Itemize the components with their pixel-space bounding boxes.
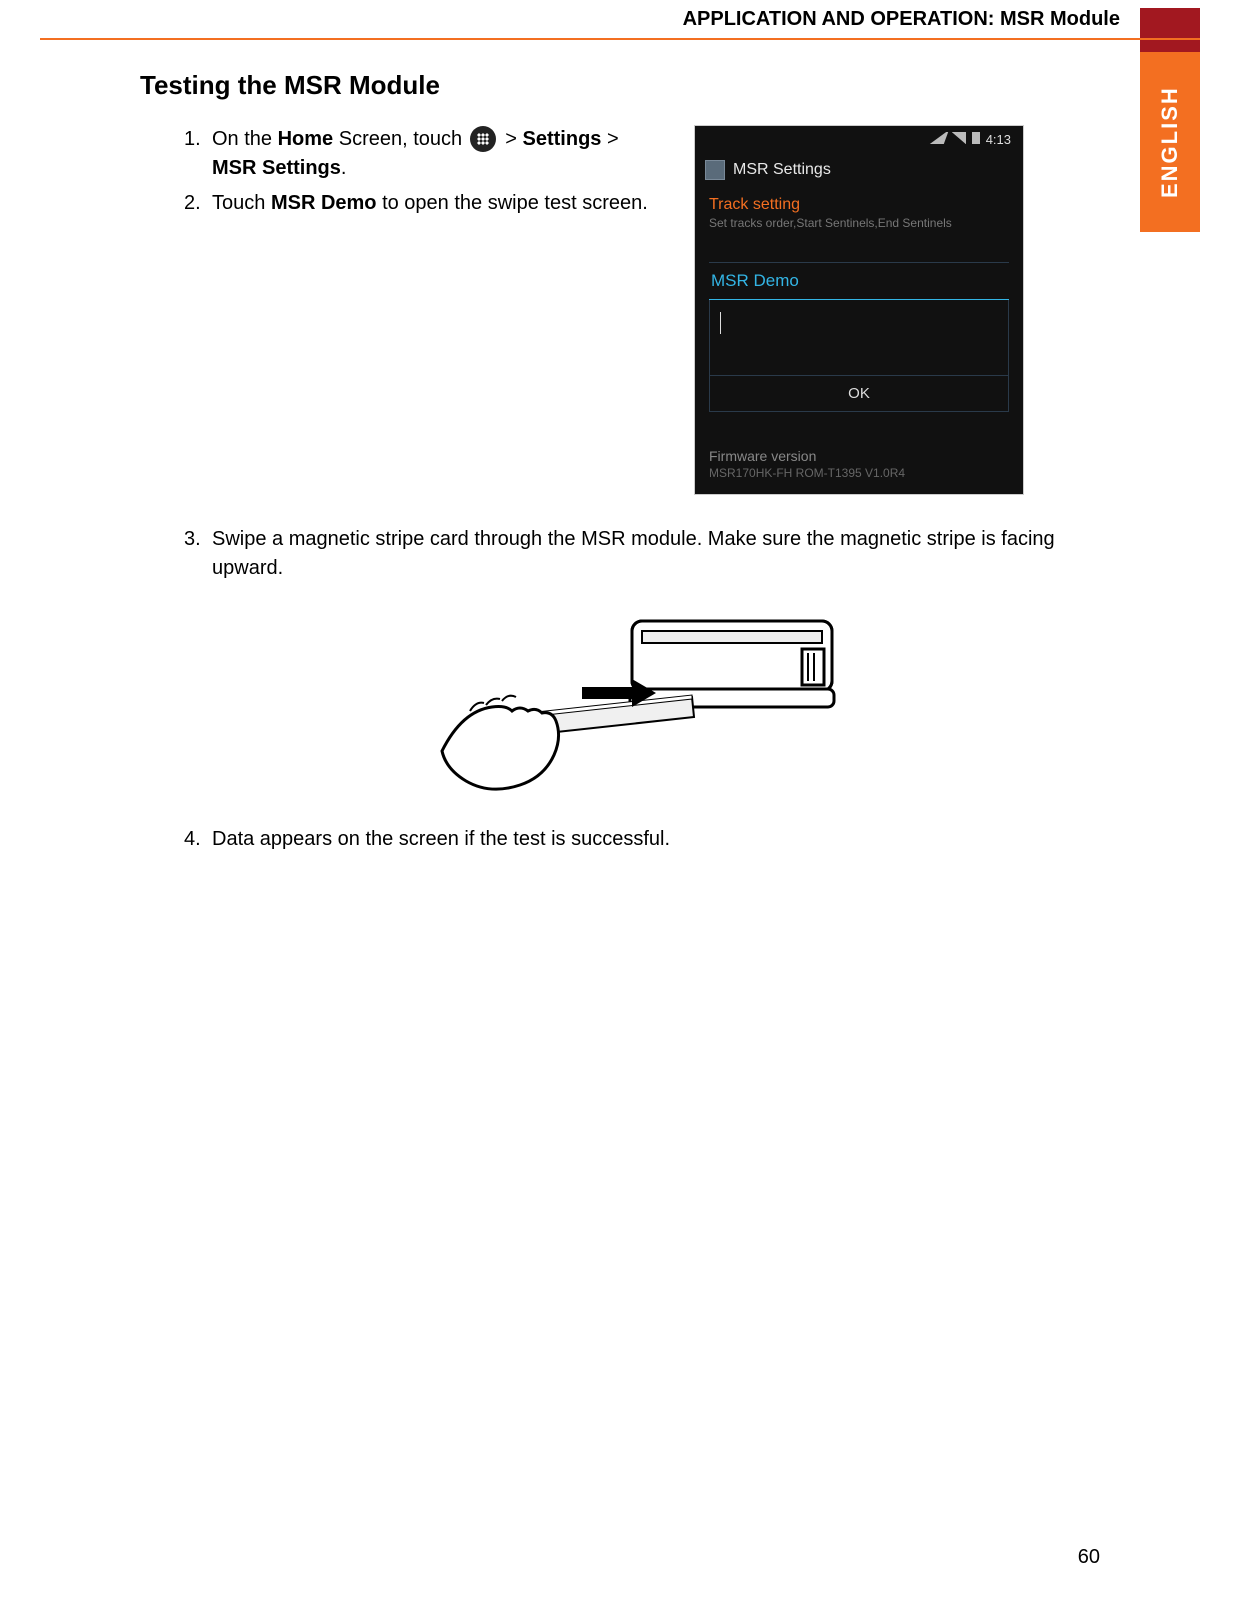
step-1: 1. On the Home Screen, touch > Settings … xyxy=(184,125,664,183)
section-title: Testing the MSR Module xyxy=(140,70,1100,101)
msr-app-icon xyxy=(705,160,725,180)
apps-icon xyxy=(470,126,496,152)
step-1-number: 1. xyxy=(184,125,201,154)
step-2-text-b: to open the swipe test screen. xyxy=(377,192,648,214)
language-tab: ENGLISH xyxy=(1140,52,1200,232)
step-2-number: 2. xyxy=(184,189,201,218)
phone-action-bar: MSR Settings xyxy=(705,154,1013,186)
step-2-msr-demo: MSR Demo xyxy=(271,192,377,214)
step-1-gt2: > xyxy=(601,128,618,150)
firmware-value: MSR170HK-FH ROM-T1395 V1.0R4 xyxy=(709,466,1009,480)
header-title: APPLICATION AND OPERATION: MSR Module xyxy=(683,8,1120,31)
step-1-home: Home xyxy=(278,128,334,150)
page-number: 60 xyxy=(1078,1546,1100,1569)
battery-icon xyxy=(972,132,980,144)
header-rule xyxy=(40,38,1200,40)
track-setting-heading[interactable]: Track setting xyxy=(709,196,1009,214)
step-3: 3. Swipe a magnetic stripe card through … xyxy=(184,525,1100,583)
ok-button[interactable]: OK xyxy=(710,375,1008,411)
step-1-text-a: On the xyxy=(212,128,278,150)
step-2-text-a: Touch xyxy=(212,192,271,214)
phone-title: MSR Settings xyxy=(733,161,831,179)
track-setting-sub: Set tracks order,Start Sentinels,End Sen… xyxy=(709,216,1009,230)
msr-demo-output[interactable]: OK xyxy=(709,300,1009,412)
phone-time: 4:13 xyxy=(986,132,1011,152)
step-1-msr-settings: MSR Settings xyxy=(212,157,341,179)
phone-screenshot: 4:13 MSR Settings Track setting Set trac… xyxy=(694,125,1024,495)
signal-icon xyxy=(952,132,966,144)
step-1-end: . xyxy=(341,157,347,179)
msr-demo-item[interactable]: MSR Demo xyxy=(709,262,1009,300)
step-4: 4. Data appears on the screen if the tes… xyxy=(184,825,1100,854)
wifi-icon xyxy=(930,132,948,144)
swipe-card-figure xyxy=(432,601,852,801)
step-1-settings: Settings xyxy=(523,128,602,150)
step-3-number: 3. xyxy=(184,525,201,554)
step-1-gt1: > xyxy=(500,128,523,150)
step-4-text: Data appears on the screen if the test i… xyxy=(212,828,670,850)
step-1-text-b: Screen, touch xyxy=(333,128,468,150)
phone-status-bar: 4:13 xyxy=(707,132,1011,152)
step-4-number: 4. xyxy=(184,825,201,854)
firmware-heading: Firmware version xyxy=(709,448,1009,464)
step-3-text: Swipe a magnetic stripe card through the… xyxy=(212,528,1055,579)
step-2: 2. Touch MSR Demo to open the swipe test… xyxy=(184,189,664,218)
text-cursor xyxy=(720,312,721,334)
